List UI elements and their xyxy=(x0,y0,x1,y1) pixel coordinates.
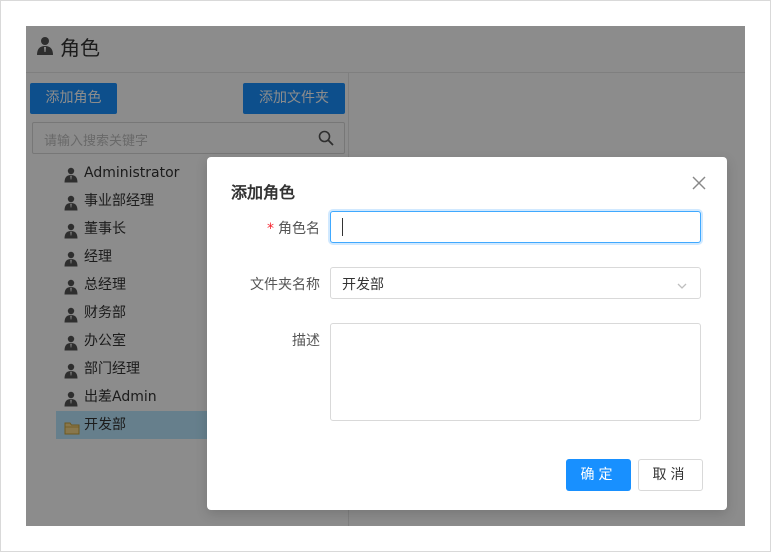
close-icon[interactable] xyxy=(691,175,707,191)
folder-name-label: 文件夹名称 xyxy=(250,277,320,293)
folder-select-value: 开发部 xyxy=(342,277,384,293)
role-name-input[interactable] xyxy=(330,211,701,243)
role-name-label: * 角色名 xyxy=(267,221,320,237)
chevron-down-icon xyxy=(676,277,688,296)
dialog-title: 添加角色 xyxy=(231,183,296,202)
text-caret xyxy=(342,218,343,236)
folder-select[interactable]: 开发部 xyxy=(330,267,701,299)
description-textarea[interactable] xyxy=(330,323,701,421)
ok-button[interactable]: 确定 xyxy=(566,459,631,491)
description-label: 描述 xyxy=(292,333,320,349)
add-role-dialog: 添加角色 * 角色名 文件夹名称 开发部 描述 确定 取消 xyxy=(207,157,727,510)
cancel-button[interactable]: 取消 xyxy=(638,459,703,491)
required-mark: * xyxy=(267,221,274,237)
